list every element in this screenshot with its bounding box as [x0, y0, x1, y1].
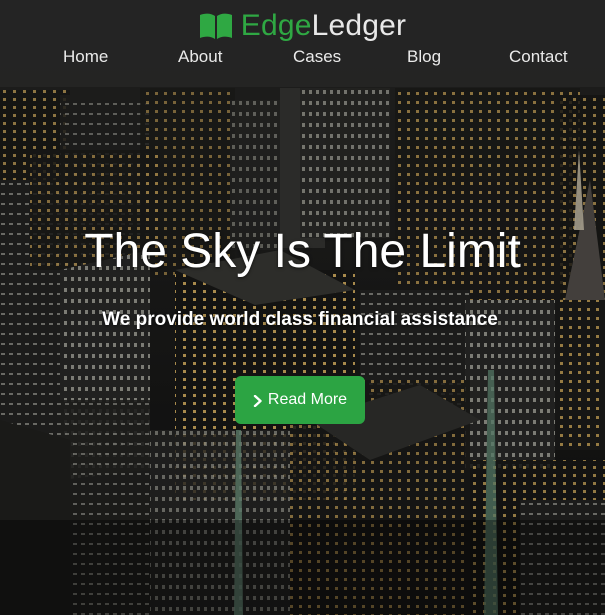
nav-item-cases[interactable]: Cases: [293, 45, 341, 69]
brand-logo[interactable]: EdgeLedger: [0, 8, 605, 44]
nav-item-home[interactable]: Home: [63, 45, 108, 69]
page: EdgeLedger Home About Cases Blog Contact…: [0, 0, 605, 615]
brand-name-part2: Ledger: [311, 9, 407, 42]
nav-item-contact[interactable]: Contact: [509, 45, 568, 69]
nav-item-about[interactable]: About: [178, 45, 222, 69]
site-header: EdgeLedger Home About Cases Blog Contact: [0, 0, 605, 87]
hero-title: The Sky Is The Limit: [84, 225, 521, 278]
brand-name: EdgeLedger: [241, 8, 407, 44]
chevron-right-icon: [253, 394, 263, 408]
main-nav: Home About Cases Blog Contact: [0, 45, 605, 71]
open-book-icon: [199, 12, 233, 40]
read-more-button[interactable]: Read More: [235, 376, 365, 424]
brand-name-part1: Edge: [240, 9, 312, 42]
hero-subtitle: We provide world class financial assista…: [102, 309, 498, 330]
read-more-label: Read More: [267, 391, 348, 408]
nav-item-blog[interactable]: Blog: [407, 45, 441, 69]
